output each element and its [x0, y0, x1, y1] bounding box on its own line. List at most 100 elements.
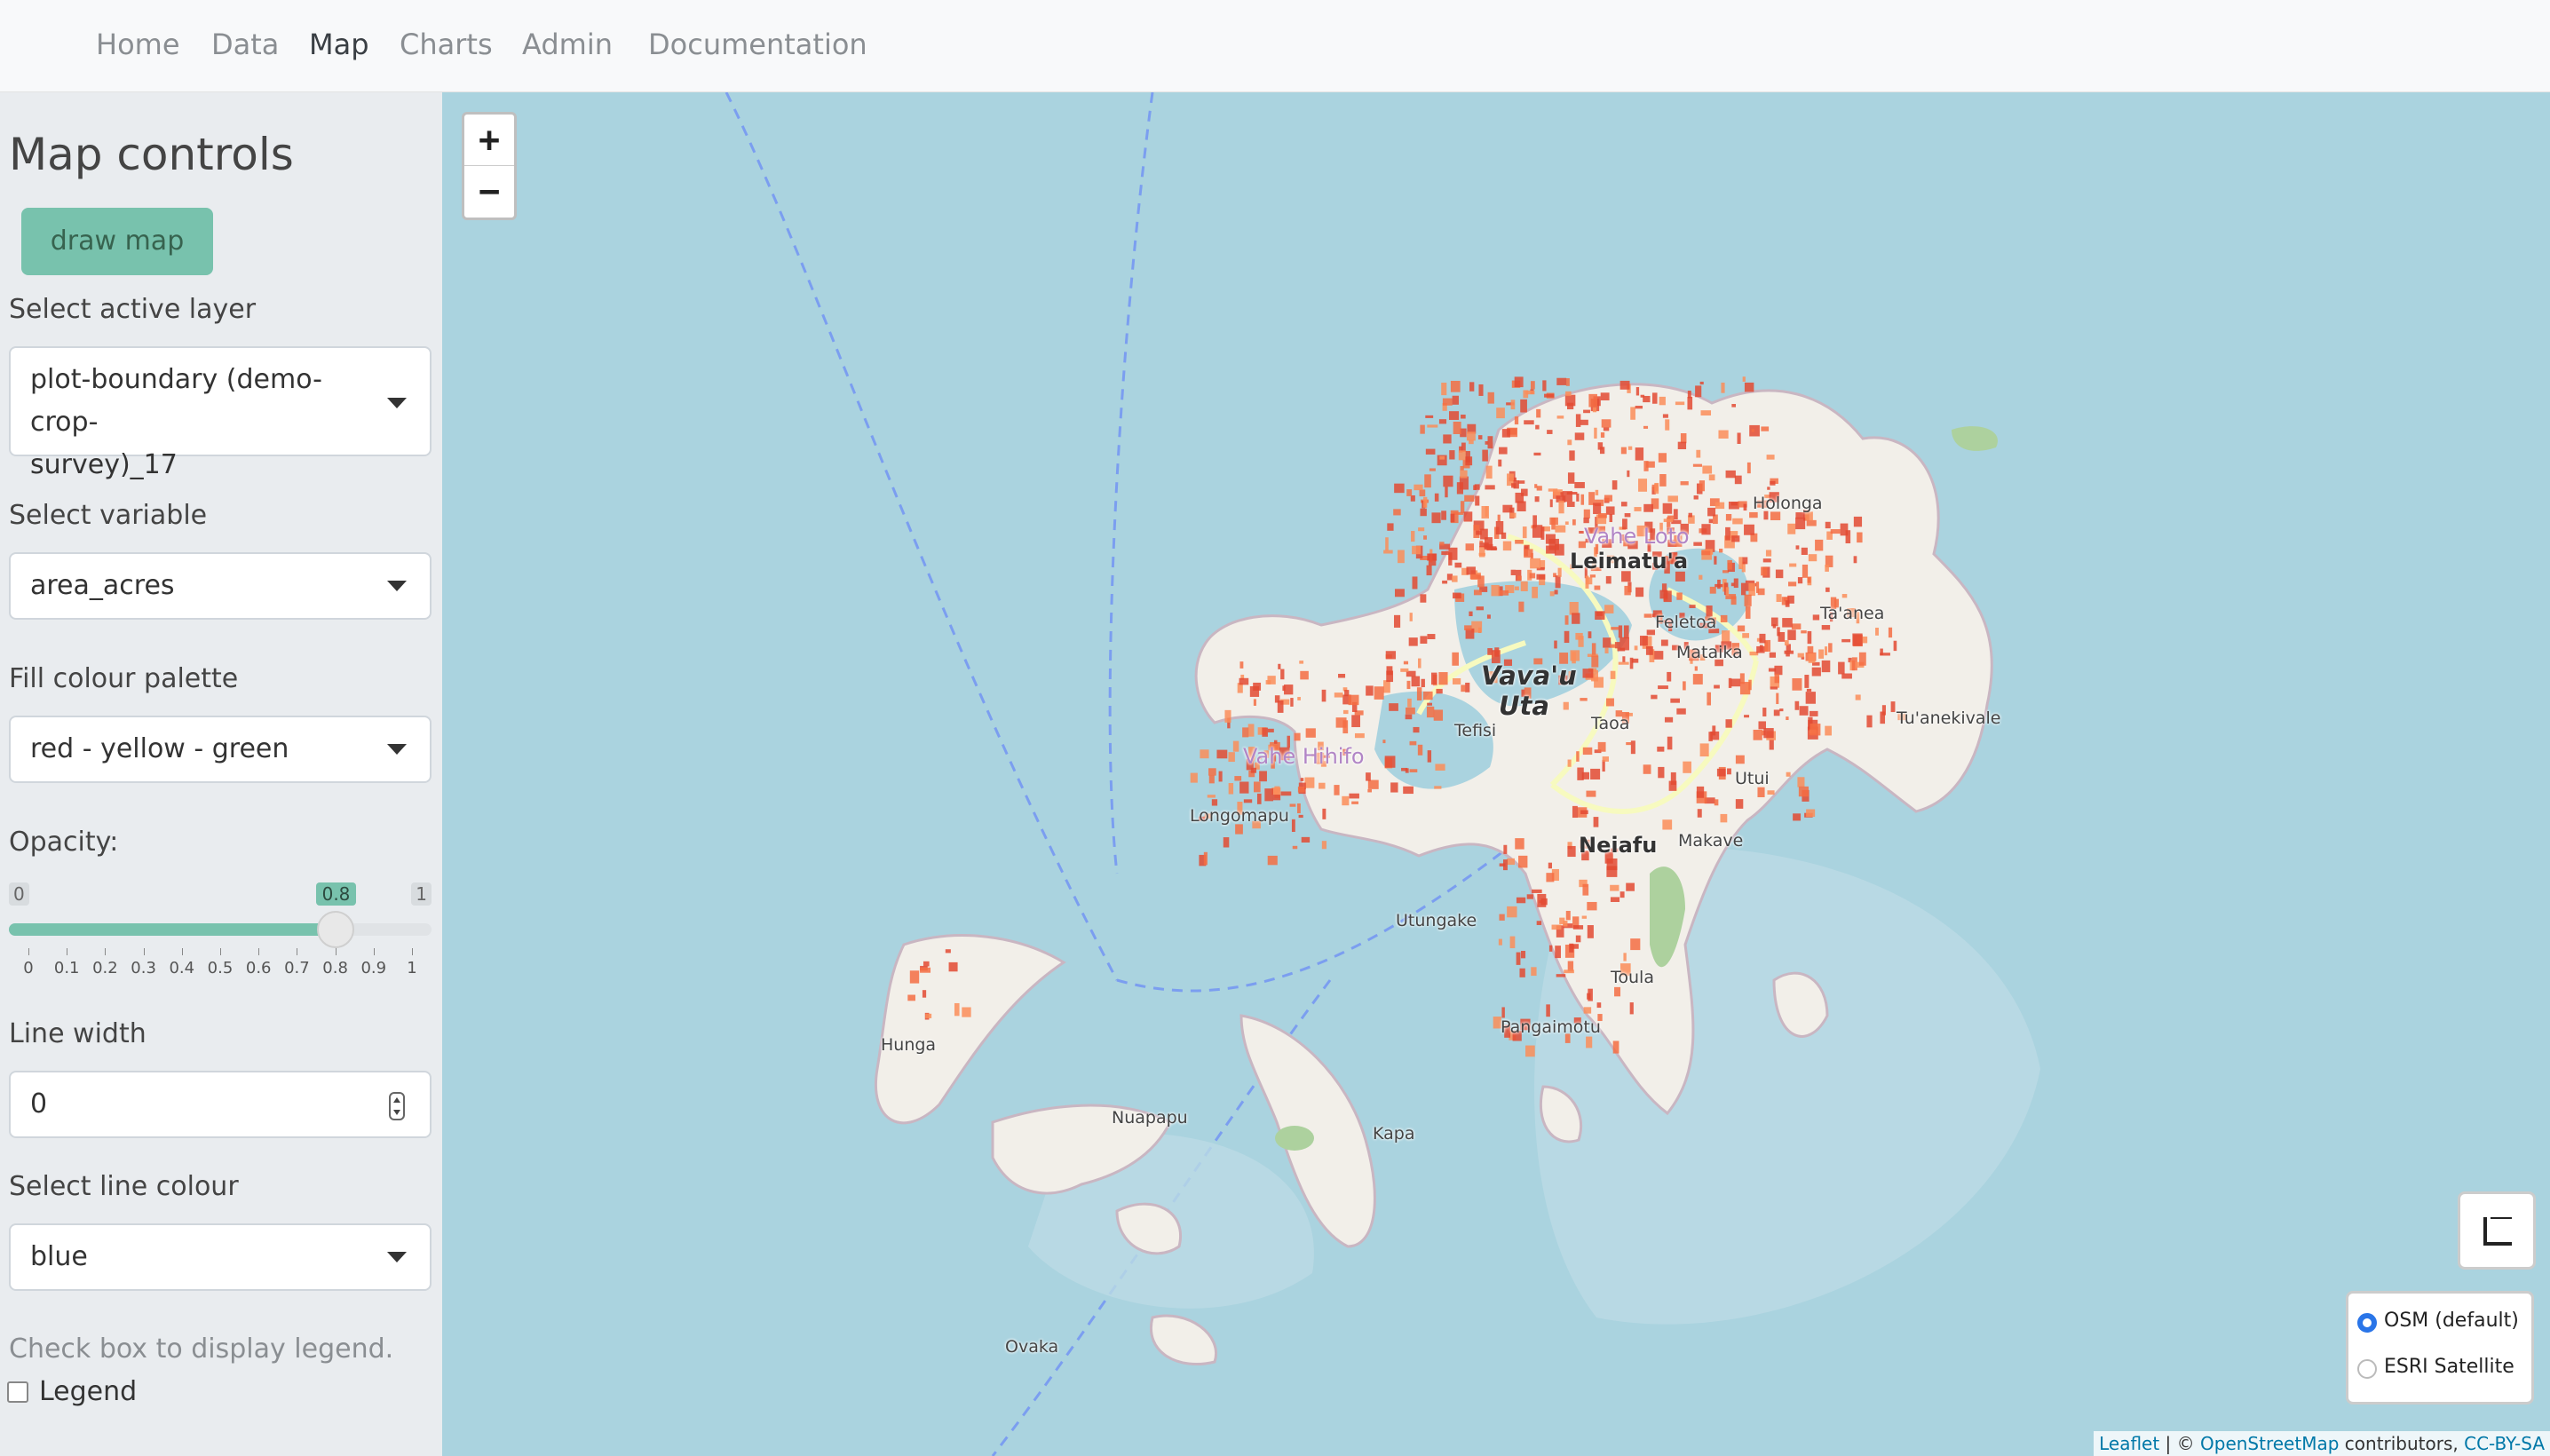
crop-plot[interactable]: [1499, 914, 1505, 921]
crop-plot[interactable]: [1449, 411, 1460, 420]
crop-plot[interactable]: [1428, 553, 1437, 566]
crop-plot[interactable]: [1259, 771, 1267, 782]
crop-plot[interactable]: [1530, 558, 1541, 569]
crop-plot[interactable]: [1526, 894, 1533, 899]
crop-plot[interactable]: [1654, 483, 1659, 492]
crop-plot[interactable]: [1766, 455, 1775, 460]
crop-plot[interactable]: [1585, 575, 1589, 589]
crop-plot[interactable]: [1580, 419, 1588, 425]
crop-plot[interactable]: [1748, 582, 1755, 597]
crop-plot[interactable]: [1502, 859, 1508, 871]
crop-plot[interactable]: [1407, 698, 1412, 708]
crop-plot[interactable]: [1351, 715, 1360, 728]
crop-plot[interactable]: [1575, 632, 1583, 640]
crop-plot[interactable]: [1744, 382, 1754, 392]
crop-plot[interactable]: [1857, 532, 1863, 543]
license-link[interactable]: CC-BY-SA: [2464, 1433, 2545, 1454]
crop-plot[interactable]: [1384, 756, 1396, 768]
crop-plot[interactable]: [1549, 517, 1558, 526]
crop-plot[interactable]: [1420, 508, 1427, 517]
crop-plot[interactable]: [1566, 402, 1574, 410]
crop-plot[interactable]: [1697, 809, 1702, 818]
crop-plot[interactable]: [1342, 709, 1349, 715]
crop-plot[interactable]: [1239, 781, 1249, 794]
crop-plot[interactable]: [1787, 595, 1794, 604]
crop-plot[interactable]: [1445, 487, 1448, 498]
crop-plot[interactable]: [1602, 756, 1609, 762]
crop-plot[interactable]: [1517, 575, 1522, 581]
crop-plot[interactable]: [1224, 709, 1231, 723]
crop-plot[interactable]: [1714, 556, 1717, 565]
crop-plot[interactable]: [1262, 727, 1268, 737]
crop-plot[interactable]: [1423, 496, 1428, 508]
crop-plot[interactable]: [1464, 495, 1475, 502]
crop-plot[interactable]: [1247, 724, 1255, 737]
crop-plot[interactable]: [1738, 557, 1743, 569]
crop-plot[interactable]: [1524, 420, 1534, 425]
crop-plot[interactable]: [1546, 545, 1556, 554]
crop-plot[interactable]: [1604, 495, 1612, 502]
crop-plot[interactable]: [1746, 462, 1751, 474]
crop-plot[interactable]: [1389, 703, 1398, 711]
crop-plot[interactable]: [1779, 708, 1784, 712]
crop-plot[interactable]: [1290, 698, 1294, 707]
crop-plot[interactable]: [1301, 836, 1311, 843]
crop-plot[interactable]: [1594, 585, 1601, 590]
crop-plot[interactable]: [1499, 447, 1508, 455]
crop-plot[interactable]: [1507, 906, 1517, 918]
crop-plot[interactable]: [1459, 476, 1469, 490]
crop-plot[interactable]: [1532, 515, 1537, 527]
crop-plot[interactable]: [1660, 639, 1668, 646]
crop-plot[interactable]: [1487, 392, 1494, 404]
crop-plot[interactable]: [1382, 740, 1386, 744]
crop-plot[interactable]: [1563, 701, 1569, 710]
crop-plot[interactable]: [1514, 416, 1519, 425]
crop-plot[interactable]: [1593, 502, 1602, 515]
crop-plot[interactable]: [1464, 625, 1472, 630]
crop-plot[interactable]: [1658, 685, 1668, 690]
crop-plot[interactable]: [1576, 751, 1580, 762]
crop-plot[interactable]: [1643, 425, 1649, 429]
crop-plot[interactable]: [1338, 673, 1346, 678]
crop-plot[interactable]: [1786, 716, 1789, 721]
crop-plot[interactable]: [909, 970, 920, 984]
crop-plot[interactable]: [1663, 518, 1674, 522]
crop-plot[interactable]: [1516, 897, 1526, 904]
crop-plot[interactable]: [1665, 419, 1670, 431]
crop-plot[interactable]: [1540, 526, 1545, 540]
crop-plot[interactable]: [1390, 782, 1398, 793]
crop-plot[interactable]: [1667, 495, 1678, 502]
crop-plot[interactable]: [1503, 844, 1508, 854]
crop-plot[interactable]: [1253, 682, 1262, 691]
crop-plot[interactable]: [1321, 841, 1327, 850]
crop-plot[interactable]: [1304, 777, 1315, 788]
crop-plot[interactable]: [1795, 517, 1806, 530]
crop-plot[interactable]: [1597, 442, 1604, 450]
crop-plot[interactable]: [1830, 529, 1841, 534]
crop-plot[interactable]: [1423, 691, 1433, 700]
crop-plot[interactable]: [1509, 936, 1516, 949]
crop-plot[interactable]: [1893, 640, 1897, 652]
crop-plot[interactable]: [1603, 637, 1612, 648]
crop-plot[interactable]: [1208, 768, 1216, 776]
crop-plot[interactable]: [1742, 633, 1750, 638]
crop-plot[interactable]: [1253, 699, 1256, 706]
crop-plot[interactable]: [1516, 952, 1521, 965]
crop-plot[interactable]: [1536, 408, 1541, 418]
crop-plot[interactable]: [1556, 974, 1566, 977]
crop-plot[interactable]: [1730, 596, 1737, 605]
crop-plot[interactable]: [1603, 427, 1610, 431]
crop-plot[interactable]: [1620, 502, 1627, 507]
crop-plot[interactable]: [1267, 855, 1278, 866]
crop-plot[interactable]: [1450, 380, 1461, 392]
crop-plot[interactable]: [1427, 750, 1432, 763]
crop-plot[interactable]: [1400, 668, 1409, 672]
layers-control-button[interactable]: [2458, 1191, 2536, 1270]
crop-plot[interactable]: [1708, 518, 1714, 524]
crop-plot[interactable]: [1824, 646, 1828, 656]
crop-plot[interactable]: [1441, 550, 1449, 556]
crop-plot[interactable]: [1727, 559, 1732, 570]
crop-plot[interactable]: [1272, 795, 1281, 801]
crop-plot[interactable]: [1651, 392, 1658, 404]
crop-plot[interactable]: [1622, 656, 1626, 663]
